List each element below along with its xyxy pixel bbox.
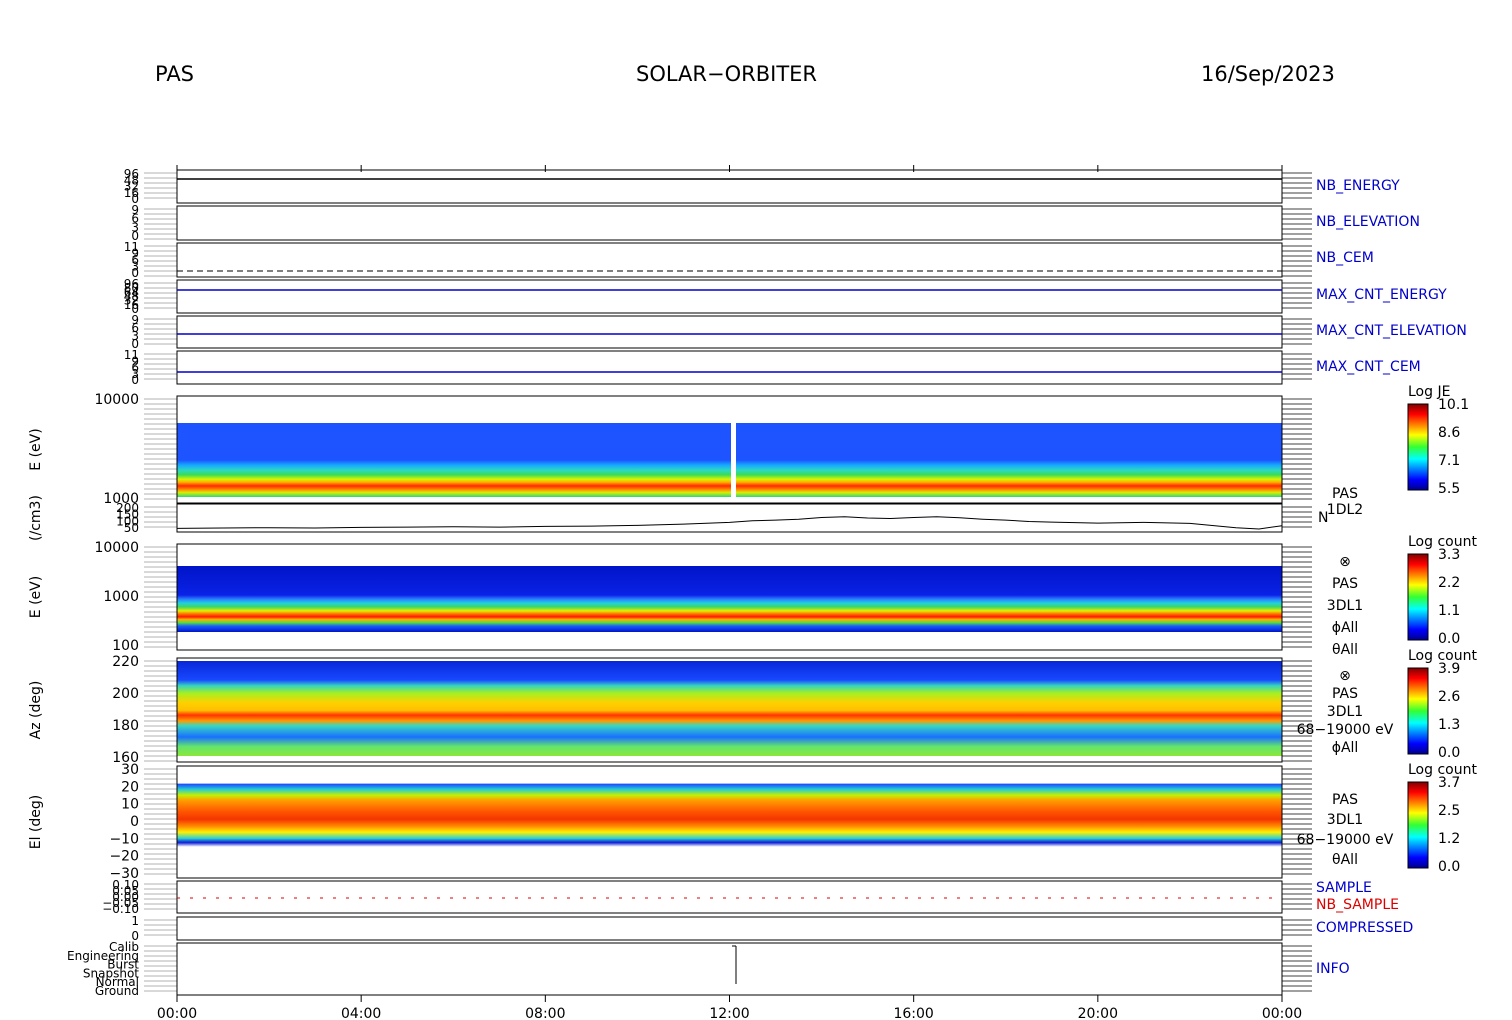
side-label: PAS — [1332, 486, 1358, 502]
axis-ylabel: (/cm3) — [28, 495, 44, 541]
side-label: ϕAll — [1332, 740, 1359, 756]
colorbar-tick: 0.0 — [1438, 631, 1460, 647]
y-tick-label: 220 — [112, 654, 139, 670]
colorbar-tick: 1.2 — [1438, 831, 1460, 847]
x-tick-label: 00:00 — [1262, 1006, 1302, 1020]
x-tick-label: 16:00 — [893, 1006, 933, 1020]
panel-frame-max_cnt_elevation — [176, 315, 1283, 349]
panel-frame-info — [176, 942, 1283, 996]
panel-label: NB_ELEVATION — [1316, 214, 1420, 230]
energy-1d-spectrogram — [177, 423, 1282, 497]
colorbar-tick: 5.5 — [1438, 481, 1460, 497]
colorbar-tick: 7.1 — [1438, 453, 1460, 469]
colorbar-log-je — [1407, 403, 1429, 491]
x-tick-label: 20:00 — [1078, 1006, 1118, 1020]
panel-label: SAMPLE — [1316, 880, 1372, 896]
colorbar-tick: 0.0 — [1438, 745, 1460, 761]
y-tick-label: 30 — [121, 762, 139, 778]
y-tick-label: Ground — [95, 984, 139, 998]
side-label: ϕAll — [1332, 620, 1359, 636]
y-tick-label: 0 — [131, 373, 139, 387]
colorbar-tick: 3.7 — [1438, 775, 1460, 791]
colorbar-tick: 2.2 — [1438, 575, 1460, 591]
axis-ylabel: Az (deg) — [28, 681, 44, 740]
multi-panel-plot: 964832160NB_ENERGY9630NB_ELEVATION119630… — [28, 165, 1477, 1020]
y-tick-label: 20 — [121, 779, 139, 795]
panel-label: MAX_CNT_CEM — [1316, 359, 1421, 375]
colorbar-log-count-1 — [1407, 553, 1429, 641]
side-label: ⊗ — [1339, 668, 1351, 684]
colorbar-tick: 1.3 — [1438, 717, 1460, 733]
y-tick-label: 10 — [121, 797, 139, 813]
panel-label: NB_SAMPLE — [1316, 897, 1399, 913]
y-tick-label: −10 — [109, 831, 139, 847]
y-tick-label: 10000 — [94, 540, 139, 556]
panel-label: MAX_CNT_ELEVATION — [1316, 323, 1467, 339]
panel-label: NB_CEM — [1316, 250, 1374, 266]
colorbar-tick: 2.6 — [1438, 689, 1460, 705]
axis-ylabel: El (deg) — [28, 795, 44, 850]
axis-ylabel: E (eV) — [28, 576, 44, 618]
data-gap — [731, 418, 736, 498]
colorbar-log-count-2 — [1407, 667, 1429, 755]
panel-frame-max_cnt_cem — [176, 350, 1283, 385]
axis-ylabel: E (eV) — [28, 428, 44, 470]
y-tick-label: 1 — [131, 914, 139, 928]
side-label: N — [1318, 510, 1328, 526]
colorbar-tick: 2.5 — [1438, 803, 1460, 819]
y-tick-label: 100 — [112, 638, 139, 654]
panel-label: COMPRESSED — [1316, 920, 1413, 936]
y-tick-label: 180 — [112, 718, 139, 734]
azimuth-spectrogram — [177, 661, 1282, 756]
colorbar-tick: 0.0 — [1438, 859, 1460, 875]
panel-frame-max_cnt_energy — [176, 279, 1283, 314]
elevation-spectrogram — [177, 772, 1282, 858]
side-label: PAS — [1332, 576, 1358, 592]
panel-frame-nb_energy — [176, 169, 1283, 204]
side-label: θAll — [1332, 852, 1358, 868]
side-label: 3DL1 — [1327, 704, 1363, 720]
y-tick-label: 200 — [112, 686, 139, 702]
x-tick-label: 08:00 — [525, 1006, 565, 1020]
side-label: 68−19000 eV — [1297, 832, 1394, 848]
panel-label: NB_ENERGY — [1316, 178, 1400, 194]
x-tick-label: 12:00 — [709, 1006, 749, 1020]
x-tick-label: 04:00 — [341, 1006, 381, 1020]
side-label: θAll — [1332, 642, 1358, 658]
side-label: 3DL1 — [1327, 812, 1363, 828]
colorbar-tick: 10.1 — [1438, 397, 1469, 413]
panel-frame-sample — [176, 880, 1283, 914]
colorbar-tick: 1.1 — [1438, 603, 1460, 619]
y-tick-label: −20 — [109, 849, 139, 865]
density-series-line — [176, 516, 1283, 530]
side-label: 1DL2 — [1327, 502, 1363, 518]
energy-3d-spectrogram — [177, 566, 1282, 632]
y-tick-label: 0 — [130, 814, 139, 830]
side-label: PAS — [1332, 686, 1358, 702]
y-tick-label: 10000 — [94, 392, 139, 408]
y-tick-label: 50 — [124, 521, 139, 535]
panel-label: MAX_CNT_ENERGY — [1316, 287, 1447, 303]
x-tick-label: 00:00 — [157, 1006, 197, 1020]
side-label: ⊗ — [1339, 554, 1351, 570]
side-label: 3DL1 — [1327, 598, 1363, 614]
colorbar-tick: 3.9 — [1438, 661, 1460, 677]
side-label: PAS — [1332, 792, 1358, 808]
side-label: 68−19000 eV — [1297, 722, 1394, 738]
panel-frame-nb_elevation — [176, 205, 1283, 241]
y-tick-label: 1000 — [103, 589, 139, 605]
colorbar-tick: 3.3 — [1438, 547, 1460, 563]
colorbar-log-count-3 — [1407, 781, 1429, 869]
panel-frame-nb_cem — [176, 242, 1283, 278]
colorbar-tick: 8.6 — [1438, 425, 1460, 441]
panel-frame-compressed — [176, 916, 1283, 941]
panel-label: INFO — [1316, 961, 1350, 977]
